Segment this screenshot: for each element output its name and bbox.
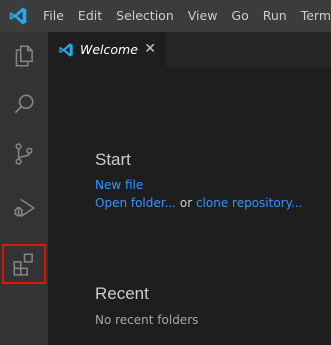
menu-selection[interactable]: Selection [109,0,181,32]
menu-file[interactable]: File [36,0,71,32]
tab-label: Welcome [80,42,138,57]
open-folder-link[interactable]: Open folder... [95,196,176,210]
close-icon[interactable]: ✕ [144,41,156,57]
menu-bar: File Edit Selection View Go Run Termi [36,0,331,32]
search-icon[interactable] [0,80,48,128]
menu-go[interactable]: Go [224,0,255,32]
activity-bar [0,32,48,345]
source-control-icon[interactable] [0,130,48,178]
menu-terminal[interactable]: Termi [294,0,331,32]
menu-edit[interactable]: Edit [71,0,109,32]
open-row: Open folder... or clone repository... [95,196,302,210]
new-file-link[interactable]: New file [95,178,143,192]
menu-view[interactable]: View [181,0,225,32]
no-recent-text: No recent folders [95,313,199,327]
title-bar: File Edit Selection View Go Run Termi [0,0,331,32]
extensions-icon[interactable] [2,244,46,284]
recent-heading: Recent [95,284,149,303]
explorer-icon[interactable] [0,32,48,80]
run-debug-icon[interactable] [0,184,48,232]
or-text: or [176,196,196,210]
vscode-logo-icon [8,6,28,26]
welcome-page: Start New file Open folder... or clone r… [48,67,331,345]
tab-welcome[interactable]: Welcome ✕ [48,32,166,67]
menu-run[interactable]: Run [256,0,294,32]
vscode-logo-icon [58,42,74,58]
clone-repository-link[interactable]: clone repository... [196,196,303,210]
start-heading: Start [95,150,131,169]
editor-tab-bar: Welcome ✕ [48,32,331,67]
